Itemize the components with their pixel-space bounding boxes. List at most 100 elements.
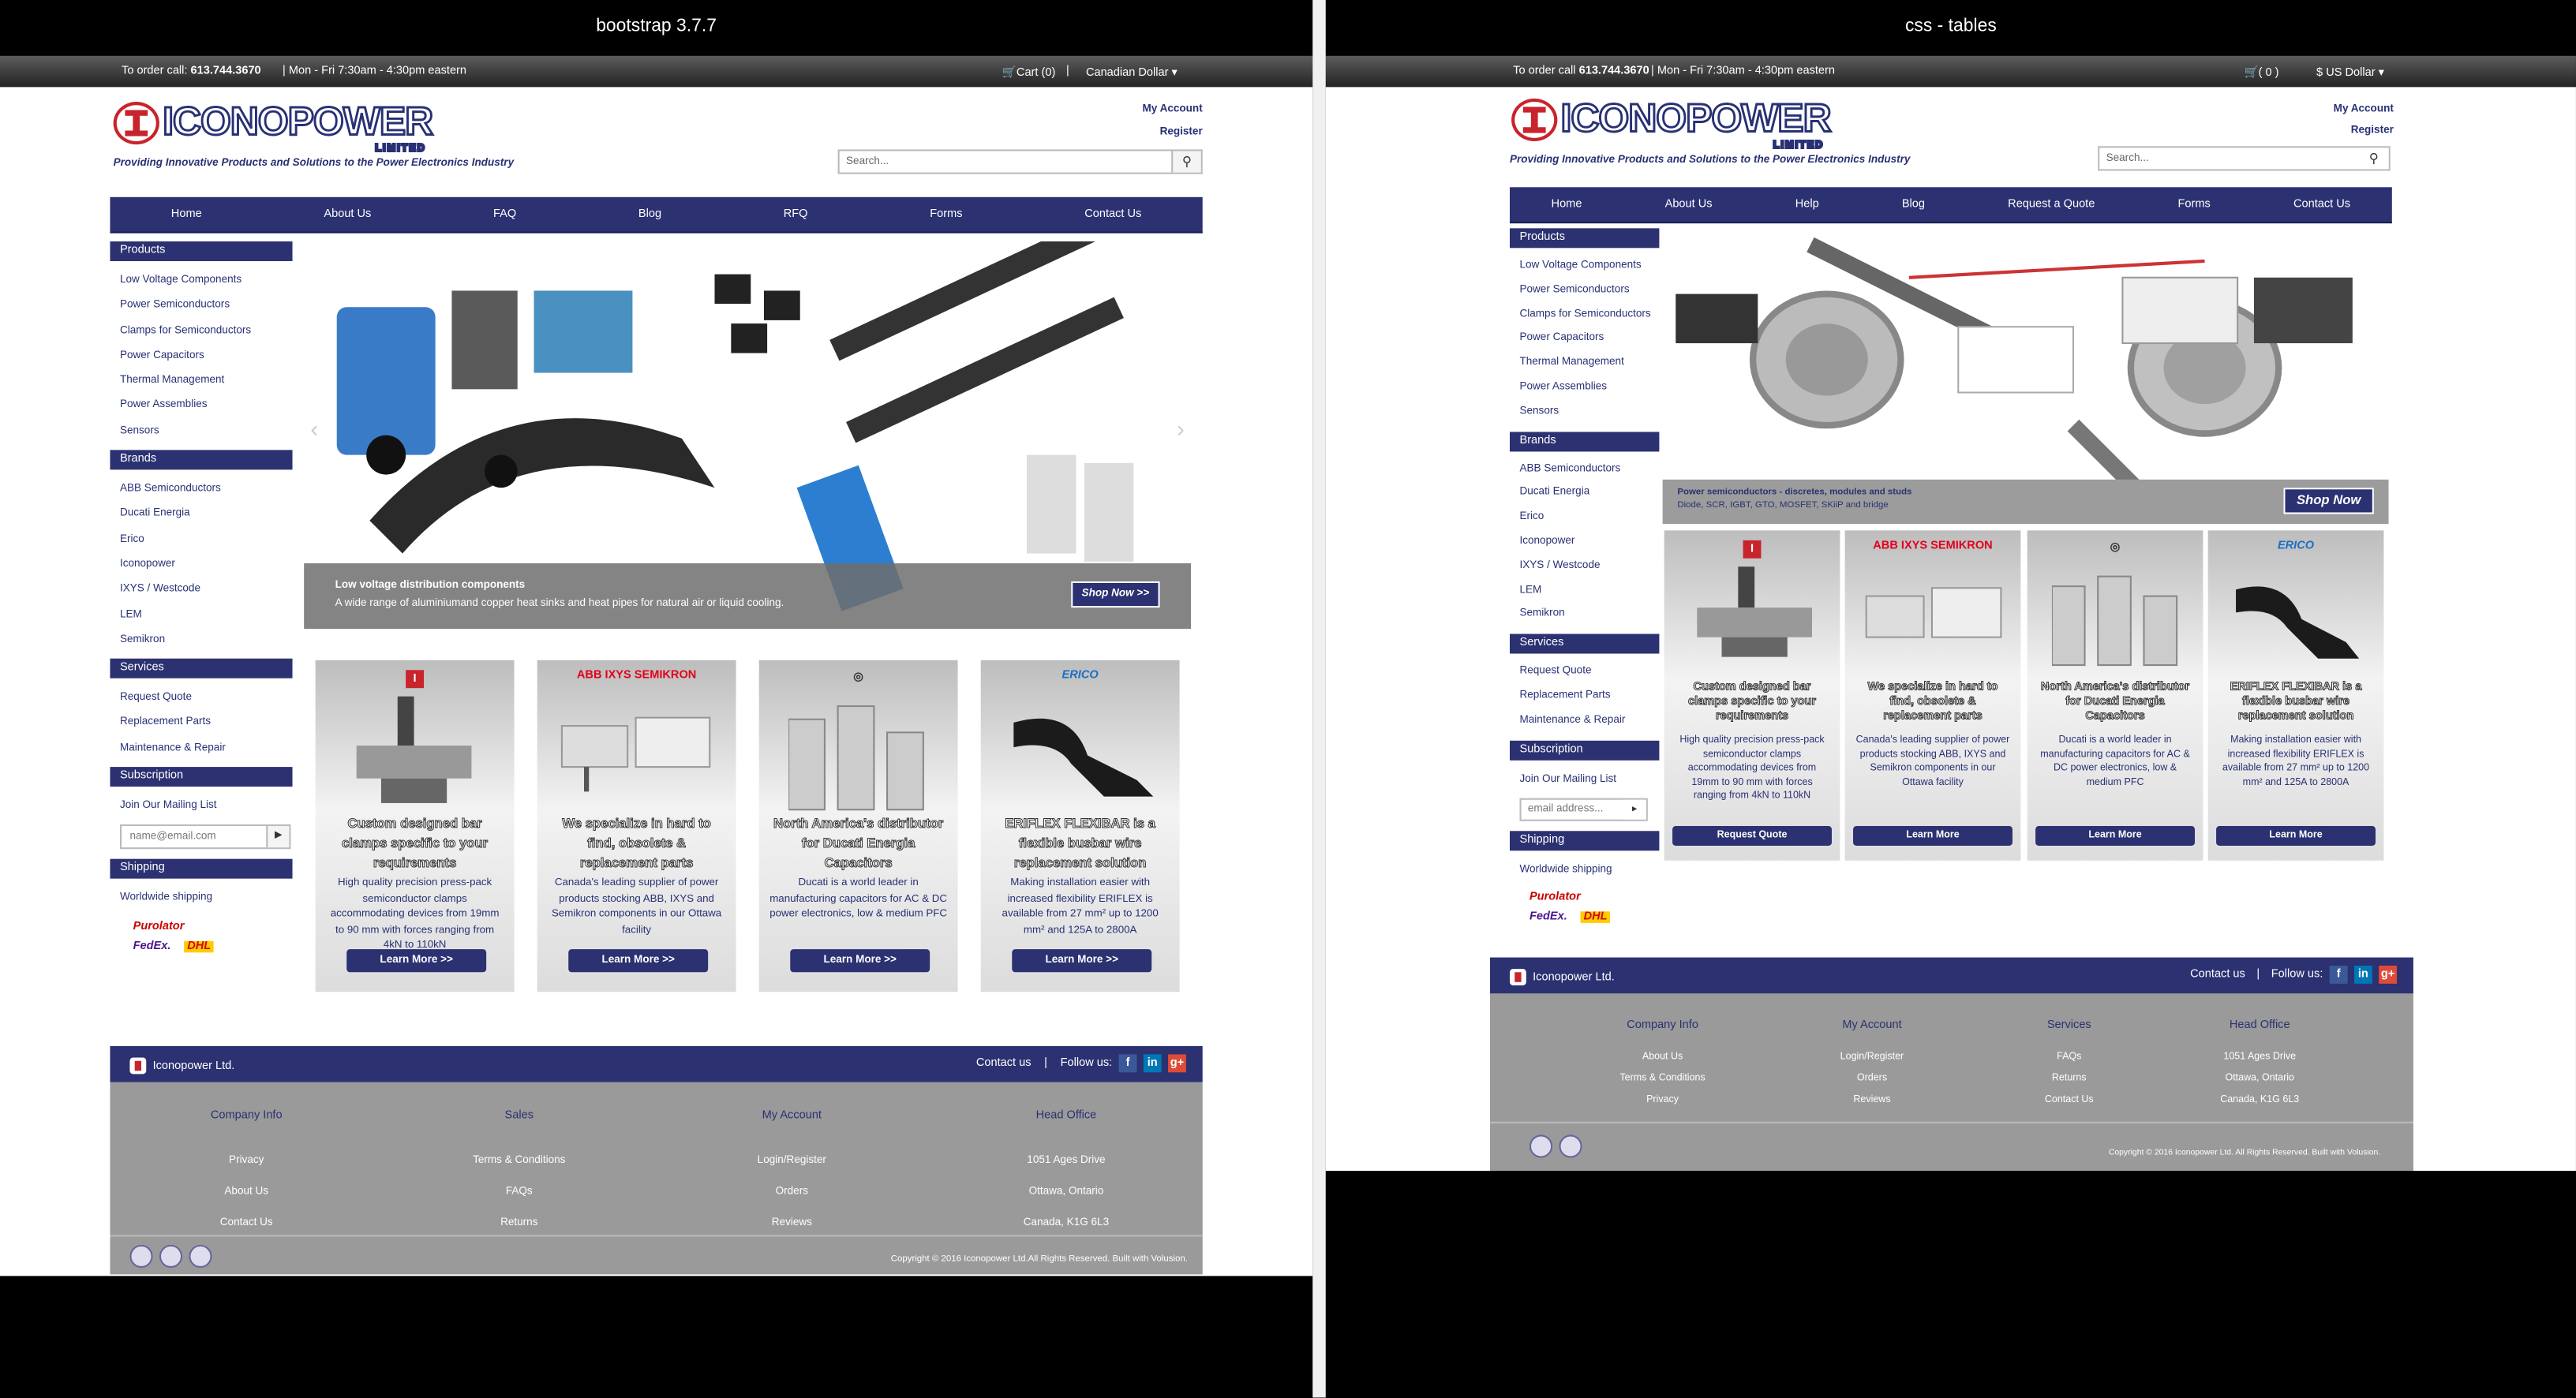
- sidebar-item-maintenance[interactable]: Maintenance & Repair: [1510, 709, 1659, 734]
- sidebar-item-abb[interactable]: ABB Semiconductors: [1510, 458, 1659, 482]
- logo[interactable]: ICONOPOWER LIMITED: [113, 102, 435, 155]
- footer-link[interactable]: Contact Us: [189, 1207, 304, 1239]
- shop-now-button[interactable]: Shop Now: [2283, 488, 2374, 514]
- footer-link[interactable]: About Us: [189, 1176, 304, 1207]
- sidebar-item-sensors[interactable]: Sensors: [1510, 400, 1659, 424]
- my-account-link[interactable]: My Account: [1143, 103, 1203, 115]
- footer-contact-link[interactable]: Contact us: [976, 1058, 1032, 1070]
- sidebar-item-low-voltage[interactable]: Low Voltage Components: [1510, 255, 1659, 279]
- sidebar-item-thermal[interactable]: Thermal Management: [110, 368, 292, 394]
- footer-link[interactable]: Orders: [734, 1176, 849, 1207]
- learn-more-button[interactable]: Learn More: [2035, 826, 2196, 847]
- footer-link[interactable]: Login/Register: [734, 1145, 849, 1176]
- footer-link[interactable]: Reviews: [734, 1207, 849, 1239]
- sidebar-item-semikron[interactable]: Semikron: [1510, 604, 1659, 628]
- phone-number[interactable]: 613.744.3670: [191, 65, 261, 77]
- sidebar-item-maintenance[interactable]: Maintenance & Repair: [110, 735, 292, 761]
- nav-blog[interactable]: Blog: [638, 208, 661, 220]
- sidebar-item-replacement[interactable]: Replacement Parts: [1510, 685, 1659, 709]
- phone-number[interactable]: 613.744.3670: [1579, 65, 1649, 77]
- learn-more-button[interactable]: Learn More: [2216, 826, 2376, 847]
- sidebar-item-iconopower[interactable]: Iconopower: [1510, 530, 1659, 555]
- footer-link[interactable]: FAQs: [2016, 1048, 2122, 1069]
- request-quote-button[interactable]: Request Quote: [1672, 826, 1832, 847]
- sidebar-item-capacitors[interactable]: Power Capacitors: [1510, 327, 1659, 352]
- nav-request-quote[interactable]: Request a Quote: [2008, 199, 2095, 211]
- email-field[interactable]: name@email.com ▶: [119, 824, 291, 850]
- nav-home[interactable]: Home: [171, 208, 202, 220]
- learn-more-button[interactable]: Learn More >>: [1012, 949, 1152, 973]
- sidebar-item-assemblies[interactable]: Power Assemblies: [1510, 376, 1659, 401]
- sidebar-item-replacement[interactable]: Replacement Parts: [110, 710, 292, 735]
- nav-rfq[interactable]: RFQ: [784, 208, 808, 220]
- sidebar-item-power-semiconductors[interactable]: Power Semiconductors: [1510, 278, 1659, 303]
- nav-contact[interactable]: Contact Us: [2293, 199, 2350, 211]
- sidebar-item-erico[interactable]: Erico: [1510, 506, 1659, 530]
- nav-faq[interactable]: FAQ: [493, 208, 516, 220]
- footer-link[interactable]: About Us: [1605, 1048, 1720, 1069]
- nav-forms[interactable]: Forms: [2178, 199, 2211, 211]
- my-account-link[interactable]: My Account: [2334, 103, 2394, 115]
- sidebar-item-request-quote[interactable]: Request Quote: [1510, 660, 1659, 685]
- facebook-icon[interactable]: f: [2329, 965, 2348, 984]
- dropdown-arrow-icon[interactable]: ▸: [1623, 799, 1646, 820]
- sidebar-item-erico[interactable]: Erico: [110, 527, 292, 552]
- learn-more-button[interactable]: Learn More >>: [568, 949, 709, 973]
- sidebar-item-lem[interactable]: LEM: [110, 602, 292, 627]
- footer-link[interactable]: Privacy: [1605, 1090, 1720, 1112]
- currency-select[interactable]: Canadian Dollar ▾: [1086, 65, 1178, 79]
- sidebar-item-worldwide[interactable]: Worldwide shipping: [110, 886, 292, 911]
- footer-link[interactable]: Reviews: [1818, 1090, 1925, 1112]
- sidebar-item-lem[interactable]: LEM: [1510, 579, 1659, 604]
- sidebar-item-semikron[interactable]: Semikron: [110, 627, 292, 652]
- linkedin-icon[interactable]: in: [1143, 1054, 1162, 1073]
- sidebar-item-ducati[interactable]: Ducati Energia: [1510, 482, 1659, 506]
- google-plus-icon[interactable]: g+: [2379, 965, 2398, 984]
- footer-link[interactable]: Terms & Conditions: [454, 1145, 586, 1176]
- sidebar-item-ixys[interactable]: IXYS / Westcode: [110, 577, 292, 602]
- search-box[interactable]: Search... ⚲: [837, 149, 1203, 174]
- cart-link[interactable]: 🛒( 0 ): [2244, 65, 2278, 79]
- learn-more-button[interactable]: Learn More >>: [346, 949, 487, 973]
- email-field[interactable]: email address... ▸: [1519, 798, 1648, 821]
- sidebar-item-sensors[interactable]: Sensors: [110, 418, 292, 443]
- linkedin-icon[interactable]: in: [2353, 965, 2372, 984]
- sidebar-item-worldwide[interactable]: Worldwide shipping: [1510, 857, 1659, 882]
- nav-contact[interactable]: Contact Us: [1084, 208, 1141, 220]
- search-input[interactable]: Search...: [2106, 153, 2149, 165]
- footer-link[interactable]: Returns: [2016, 1069, 2122, 1090]
- currency-select[interactable]: $ US Dollar ▾: [2316, 65, 2384, 79]
- nav-home[interactable]: Home: [1552, 199, 1582, 211]
- nav-about[interactable]: About Us: [1665, 199, 1713, 211]
- sidebar-item-assemblies[interactable]: Power Assemblies: [110, 394, 292, 419]
- sidebar-item-thermal[interactable]: Thermal Management: [1510, 352, 1659, 376]
- nav-blog[interactable]: Blog: [1902, 199, 1925, 211]
- sidebar-item-clamps[interactable]: Clamps for Semiconductors: [1510, 303, 1659, 327]
- learn-more-button[interactable]: Learn More: [1853, 826, 2012, 847]
- sidebar-item-clamps[interactable]: Clamps for Semiconductors: [110, 318, 292, 343]
- footer-link[interactable]: Orders: [1818, 1069, 1925, 1090]
- facebook-icon[interactable]: f: [1118, 1054, 1137, 1073]
- footer-link[interactable]: Terms & Conditions: [1605, 1069, 1720, 1090]
- learn-more-button[interactable]: Learn More >>: [790, 949, 930, 973]
- footer-link[interactable]: Returns: [454, 1207, 586, 1239]
- cart-link[interactable]: 🛒Cart (0): [1002, 65, 1056, 79]
- hero-carousel[interactable]: ‹ › Low voltage distribution components …: [304, 241, 1192, 630]
- sidebar-item-power-semiconductors[interactable]: Power Semiconductors: [110, 293, 292, 318]
- logo[interactable]: ICONOPOWER LIMITED: [1511, 98, 1833, 152]
- search-box[interactable]: Search... ⚲: [2098, 146, 2391, 171]
- sidebar-item-ducati[interactable]: Ducati Energia: [110, 502, 292, 527]
- nav-forms[interactable]: Forms: [930, 208, 962, 220]
- sidebar-item-mailing-list[interactable]: Join Our Mailing List: [1510, 766, 1659, 791]
- shop-now-button[interactable]: Shop Now >>: [1071, 581, 1160, 608]
- chevron-right-icon[interactable]: ›: [1177, 416, 1185, 442]
- search-icon[interactable]: ⚲: [2359, 148, 2389, 170]
- footer-link[interactable]: Login/Register: [1818, 1048, 1925, 1069]
- footer-link[interactable]: Privacy: [189, 1145, 304, 1176]
- nav-about[interactable]: About Us: [324, 208, 371, 220]
- search-icon[interactable]: ⚲: [1171, 151, 1201, 173]
- register-link[interactable]: Register: [2351, 125, 2394, 136]
- footer-contact-link[interactable]: Contact us: [2190, 969, 2245, 981]
- sidebar-item-capacitors[interactable]: Power Capacitors: [110, 343, 292, 368]
- hero-banner[interactable]: Power semiconductors - discretes, module…: [1662, 228, 2389, 525]
